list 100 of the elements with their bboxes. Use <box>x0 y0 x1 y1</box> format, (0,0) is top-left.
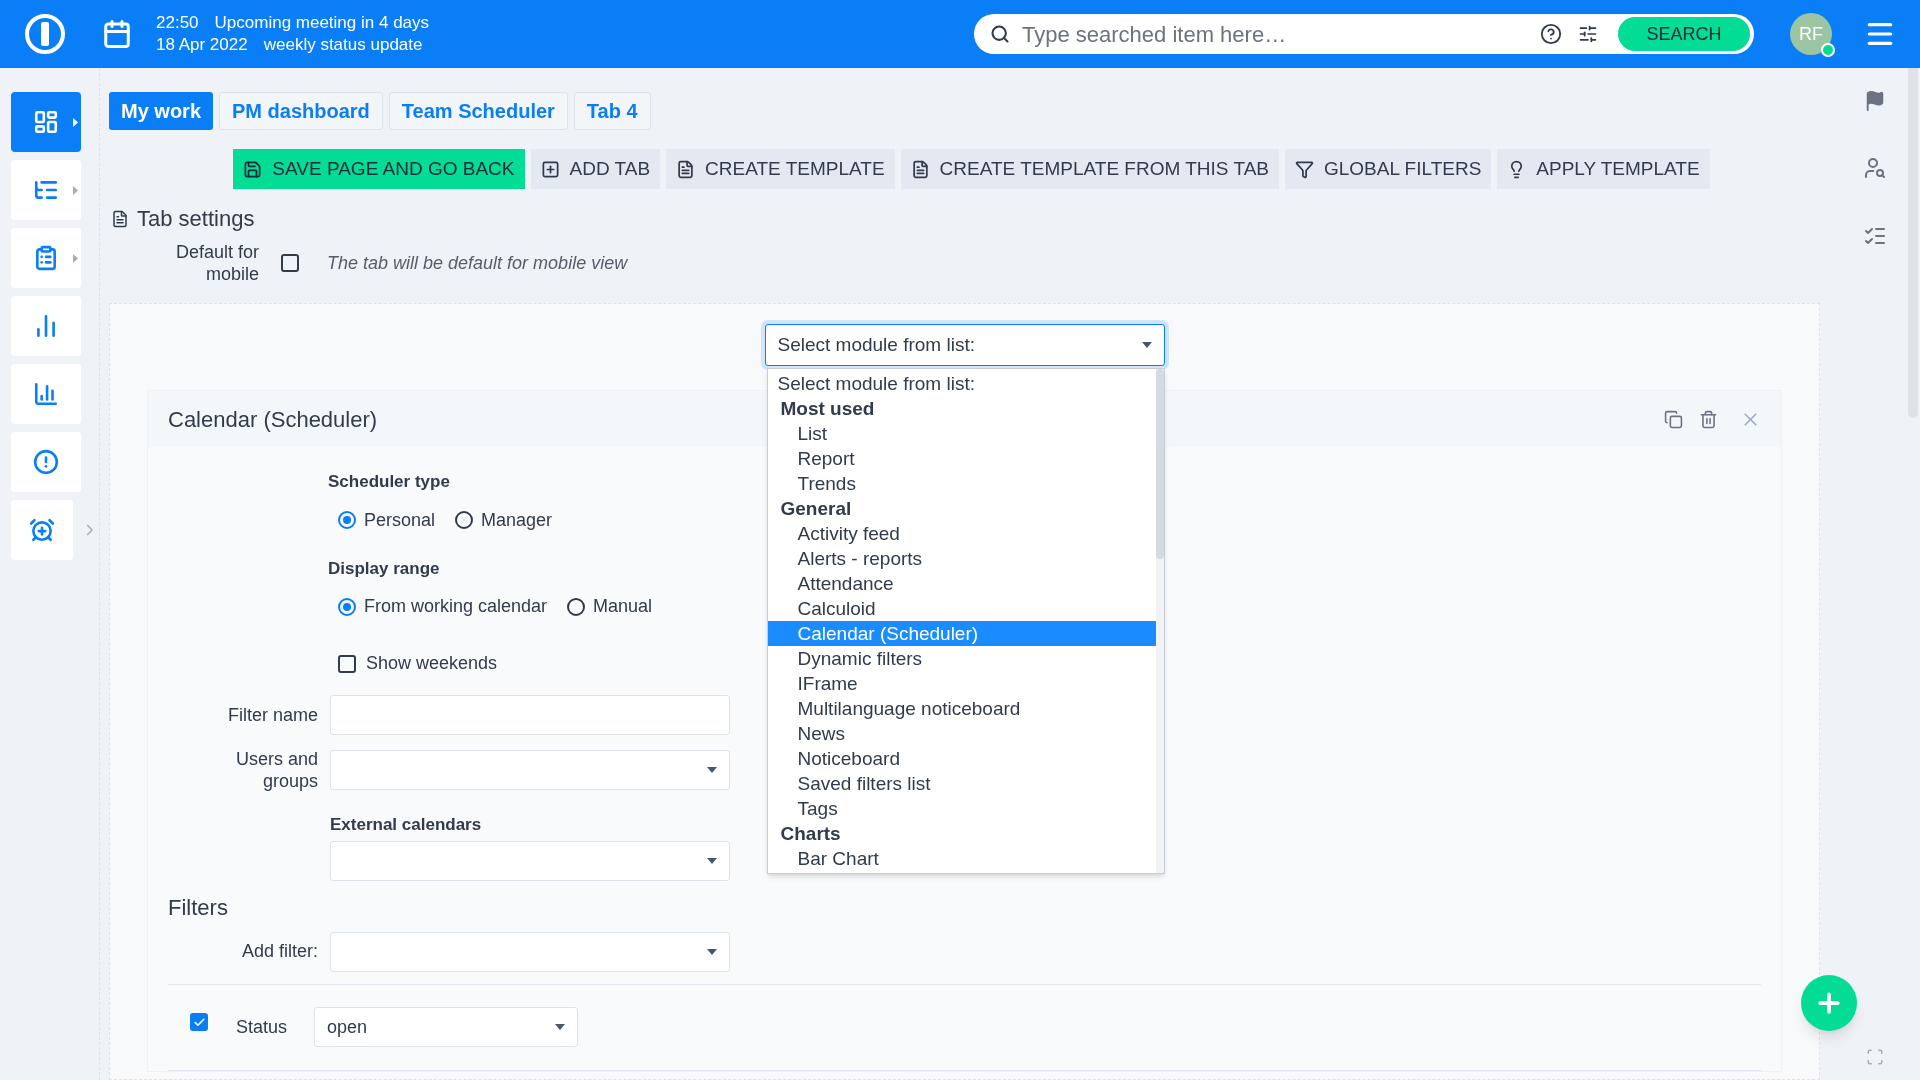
check-icon <box>192 1015 206 1029</box>
field-label: Default for mobile <box>174 241 259 285</box>
radio-button[interactable] <box>338 511 356 529</box>
submenu-arrow-icon <box>73 253 78 263</box>
document-icon <box>676 159 696 179</box>
checkbox-label: Show weekends <box>366 652 498 675</box>
filter-icon <box>1295 159 1314 179</box>
plus-square-icon <box>540 159 560 179</box>
filter-value-select[interactable]: open <box>314 1007 578 1047</box>
dropdown-option[interactable]: Activity feed <box>767 521 1156 546</box>
clock-time: 22:50 <box>156 12 199 34</box>
toolbar-button[interactable]: GLOBAL FILTERS <box>1285 149 1492 189</box>
document-icon <box>910 159 930 179</box>
dropdown-option[interactable]: News <box>767 721 1156 746</box>
reminder-title[interactable]: Upcoming meeting in 4 days <box>214 12 430 34</box>
sidebar-item[interactable] <box>11 296 81 356</box>
alarm-clock-icon <box>29 517 56 543</box>
caret-icon <box>707 767 717 773</box>
sidebar-item[interactable] <box>11 432 81 492</box>
field-heading: Scheduler type <box>328 471 450 493</box>
dropdown-option[interactable]: Report <box>767 446 1156 471</box>
caret-icon <box>707 948 717 955</box>
user-search-icon[interactable] <box>1863 156 1887 180</box>
sidebar-item[interactable] <box>11 500 74 560</box>
option-group-label: General <box>779 497 853 521</box>
sidebar-item[interactable] <box>11 364 81 424</box>
filter-label: Status <box>236 1015 289 1039</box>
select-field[interactable] <box>330 931 730 972</box>
toolbar-button[interactable]: SAVE PAGE AND GO BACK <box>233 149 525 189</box>
reminder-subtitle[interactable]: weekly status update <box>263 34 423 56</box>
sidebar-item[interactable] <box>11 92 81 152</box>
section-title: Filters <box>168 893 229 922</box>
radio-label: Manual <box>593 595 653 618</box>
dropdown-option[interactable]: Trends <box>767 471 1156 496</box>
tab[interactable]: Team Scheduler <box>388 92 568 130</box>
field-label: Users and groups <box>234 748 318 792</box>
sidebar-item[interactable] <box>11 228 81 288</box>
option-group-label: Charts <box>779 822 842 846</box>
radio-button[interactable] <box>567 597 586 616</box>
trash-icon[interactable] <box>1699 409 1718 429</box>
toolbar-button[interactable]: ADD TAB <box>530 149 661 189</box>
fullscreen-icon[interactable] <box>1866 1048 1884 1066</box>
radio-label: Personal <box>364 508 436 532</box>
copy-icon[interactable] <box>1664 409 1683 429</box>
column-chart-icon <box>33 381 59 407</box>
radio-button[interactable] <box>455 511 474 529</box>
dropdown-option[interactable]: Noticeboard <box>767 746 1156 771</box>
search-icon <box>990 24 1010 44</box>
tab[interactable]: PM dashboard <box>219 92 383 130</box>
dropdown-option[interactable]: Alerts - reports <box>767 546 1156 571</box>
dropdown-option[interactable]: List <box>767 421 1156 446</box>
radio-label: Manager <box>481 508 553 532</box>
date-text: 18 Apr 2022 <box>156 34 248 56</box>
option-group-label: Most used <box>779 397 876 421</box>
tab[interactable]: Tab 4 <box>573 92 651 130</box>
radio-label: From working calendar <box>364 595 548 618</box>
document-icon <box>111 209 129 228</box>
clipboard-icon <box>33 245 59 271</box>
caret-icon <box>555 1024 565 1030</box>
dropdown-option[interactable]: Tags <box>767 796 1156 821</box>
select-field[interactable] <box>330 840 730 881</box>
dropdown-option[interactable]: Attendance <box>767 571 1156 596</box>
submenu-arrow-icon <box>73 185 78 195</box>
dropdown-option[interactable]: Bar Chart <box>767 846 1156 871</box>
select-field[interactable] <box>330 750 730 790</box>
help-icon[interactable] <box>1540 23 1562 45</box>
checkbox[interactable] <box>281 254 299 272</box>
toolbar-button[interactable]: CREATE TEMPLATE FROM THIS TAB <box>900 149 1279 189</box>
dropdown-option[interactable]: Select module from list: <box>767 371 1156 396</box>
dropdown-option[interactable]: Dynamic filters <box>767 646 1156 671</box>
toolbar-button[interactable]: APPLY TEMPLATE <box>1497 149 1710 189</box>
alert-icon <box>33 449 59 475</box>
field-heading: External calendars <box>330 814 482 836</box>
caret-icon <box>1141 342 1152 348</box>
search-button[interactable]: SEARCH <box>1618 17 1750 51</box>
flag-icon[interactable] <box>1864 90 1886 112</box>
scrollbar[interactable] <box>1155 369 1164 873</box>
dropdown-option[interactable]: Saved filters list <box>767 771 1156 796</box>
section-title: Tab settings <box>137 205 255 233</box>
caret-icon <box>707 857 717 864</box>
sliders-icon[interactable] <box>1578 24 1598 44</box>
logo-icon <box>24 13 66 55</box>
text-field[interactable] <box>330 695 730 735</box>
checkbox[interactable] <box>338 654 356 673</box>
field-heading: Display range <box>328 557 440 580</box>
sidebar-item[interactable] <box>11 160 81 220</box>
dropdown-option[interactable]: Calculoid <box>767 596 1156 621</box>
tab[interactable]: My work <box>109 92 214 130</box>
field-label: Filter name <box>226 703 318 727</box>
toolbar-button[interactable]: CREATE TEMPLATE <box>666 149 895 189</box>
page-scrollbar[interactable] <box>1908 68 1918 418</box>
widget-title: Calendar (Scheduler) <box>168 405 378 434</box>
field-label: Add filter: <box>240 940 318 963</box>
checkbox[interactable] <box>190 1013 208 1031</box>
dropdown-option[interactable]: IFrame <box>767 671 1156 696</box>
radio-button[interactable] <box>338 597 356 616</box>
dropdown-option[interactable]: Multilanguage noticeboard <box>767 696 1156 721</box>
calendar-icon[interactable] <box>102 19 132 49</box>
search-field[interactable]: Type searched item here… SEARCH <box>974 14 1754 54</box>
dashboard-icon <box>33 109 59 135</box>
